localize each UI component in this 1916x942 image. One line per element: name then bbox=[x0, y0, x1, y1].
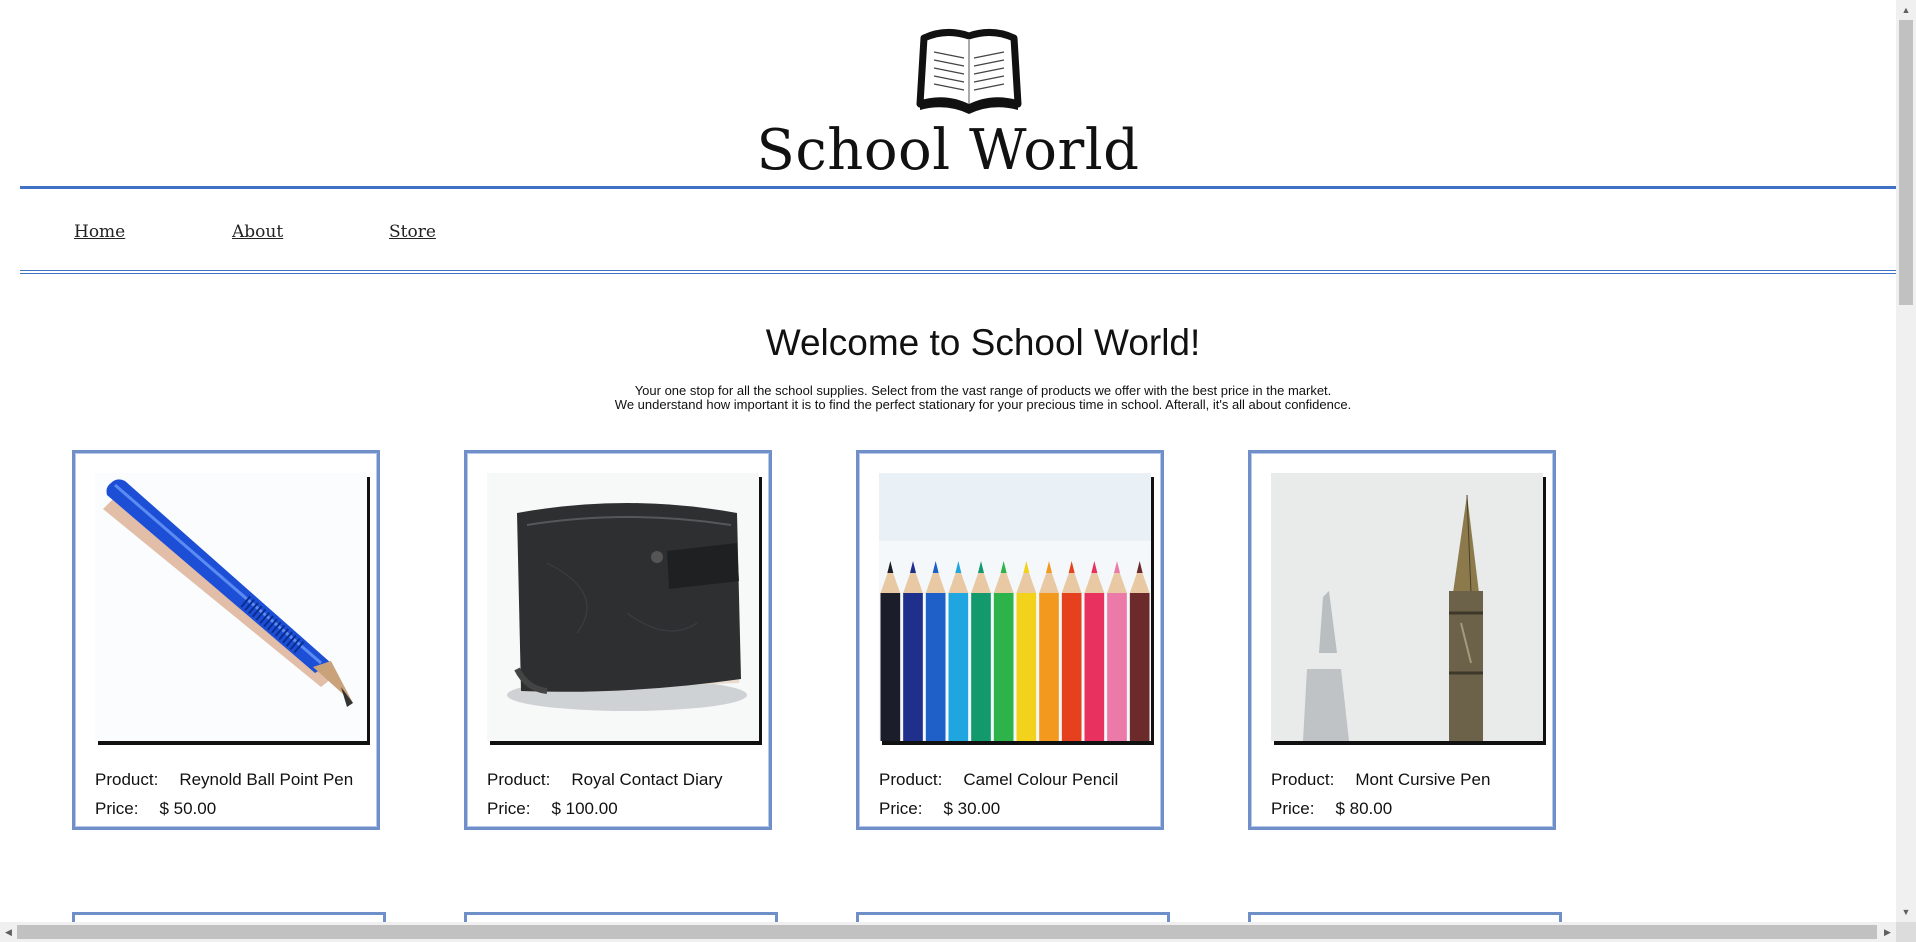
product-card[interactable]: Product: Reynold Ball Point Pen Price: $ 5… bbox=[72, 450, 380, 830]
product-label: Product: bbox=[1271, 770, 1335, 789]
nav-divider bbox=[20, 270, 1896, 271]
product-label: Product: bbox=[487, 770, 551, 789]
scroll-down-arrow-icon[interactable]: ▼ bbox=[1896, 902, 1916, 922]
product-price: $ 50.00 bbox=[159, 799, 217, 818]
intro-line-2: We understand how important it is to fin… bbox=[614, 397, 1352, 412]
product-info: Product: Reynold Ball Point Pen Price: $ 5… bbox=[95, 765, 353, 823]
open-book-icon bbox=[916, 29, 1022, 114]
product-price: $ 80.00 bbox=[1335, 799, 1393, 818]
page-viewport: School World Home About Store Welcome to… bbox=[0, 0, 1896, 922]
colour-pencils-image bbox=[879, 473, 1151, 741]
product-card-partial[interactable] bbox=[72, 912, 386, 922]
fountain-pen-image bbox=[1271, 473, 1543, 741]
vertical-scrollbar[interactable]: ▲ ▼ bbox=[1896, 0, 1916, 922]
scroll-left-arrow-icon[interactable]: ◀ bbox=[0, 922, 17, 942]
product-label: Product: bbox=[95, 770, 159, 789]
product-card-partial[interactable] bbox=[464, 912, 778, 922]
product-card-partial[interactable] bbox=[856, 912, 1170, 922]
price-label: Price: bbox=[487, 799, 531, 818]
price-label: Price: bbox=[95, 799, 139, 818]
diary-image bbox=[487, 473, 759, 741]
intro-line-1: Your one stop for all the school supplie… bbox=[634, 383, 1332, 398]
scroll-right-arrow-icon[interactable]: ▶ bbox=[1879, 922, 1896, 942]
product-card[interactable]: Product: Mont Cursive Pen Price: $ 80.00 bbox=[1248, 450, 1556, 830]
product-card[interactable]: Product: Camel Colour Pencil Price: $ 30.0… bbox=[856, 450, 1164, 830]
product-name: Royal Contact Diary bbox=[571, 770, 723, 789]
product-card-partial[interactable] bbox=[1248, 912, 1562, 922]
product-info: Product: Mont Cursive Pen Price: $ 80.00 bbox=[1271, 765, 1490, 823]
vertical-scroll-thumb[interactable] bbox=[1899, 20, 1913, 305]
horizontal-scroll-thumb[interactable] bbox=[17, 925, 1877, 939]
price-label: Price: bbox=[1271, 799, 1315, 818]
product-price: $ 30.00 bbox=[943, 799, 1001, 818]
nav-about-link[interactable]: About bbox=[232, 222, 283, 242]
ballpoint-pen-image bbox=[95, 473, 367, 741]
product-name: Camel Colour Pencil bbox=[963, 770, 1119, 789]
site-title: School World bbox=[756, 118, 1140, 183]
product-info: Product: Camel Colour Pencil Price: $ 30.0… bbox=[879, 765, 1118, 823]
product-name: Mont Cursive Pen bbox=[1355, 770, 1491, 789]
horizontal-scrollbar[interactable]: ◀ ▶ bbox=[0, 922, 1896, 942]
product-card[interactable]: Product: Royal Contact Diary Price: $ 100.… bbox=[464, 450, 772, 830]
nav-divider-secondary bbox=[20, 273, 1896, 274]
main-nav: Home About Store bbox=[20, 189, 1896, 271]
nav-home-link[interactable]: Home bbox=[74, 222, 125, 242]
product-label: Product: bbox=[879, 770, 943, 789]
price-label: Price: bbox=[879, 799, 923, 818]
nav-store-link[interactable]: Store bbox=[389, 222, 436, 242]
scroll-up-arrow-icon[interactable]: ▲ bbox=[1896, 0, 1916, 20]
welcome-intro: Your one stop for all the school supplie… bbox=[0, 384, 1896, 412]
welcome-heading: Welcome to School World! bbox=[765, 322, 1201, 363]
scrollbar-corner bbox=[1896, 922, 1916, 942]
product-price: $ 100.00 bbox=[551, 799, 618, 818]
product-name: Reynold Ball Point Pen bbox=[179, 770, 354, 789]
product-info: Product: Royal Contact Diary Price: $ 100.… bbox=[487, 765, 722, 823]
